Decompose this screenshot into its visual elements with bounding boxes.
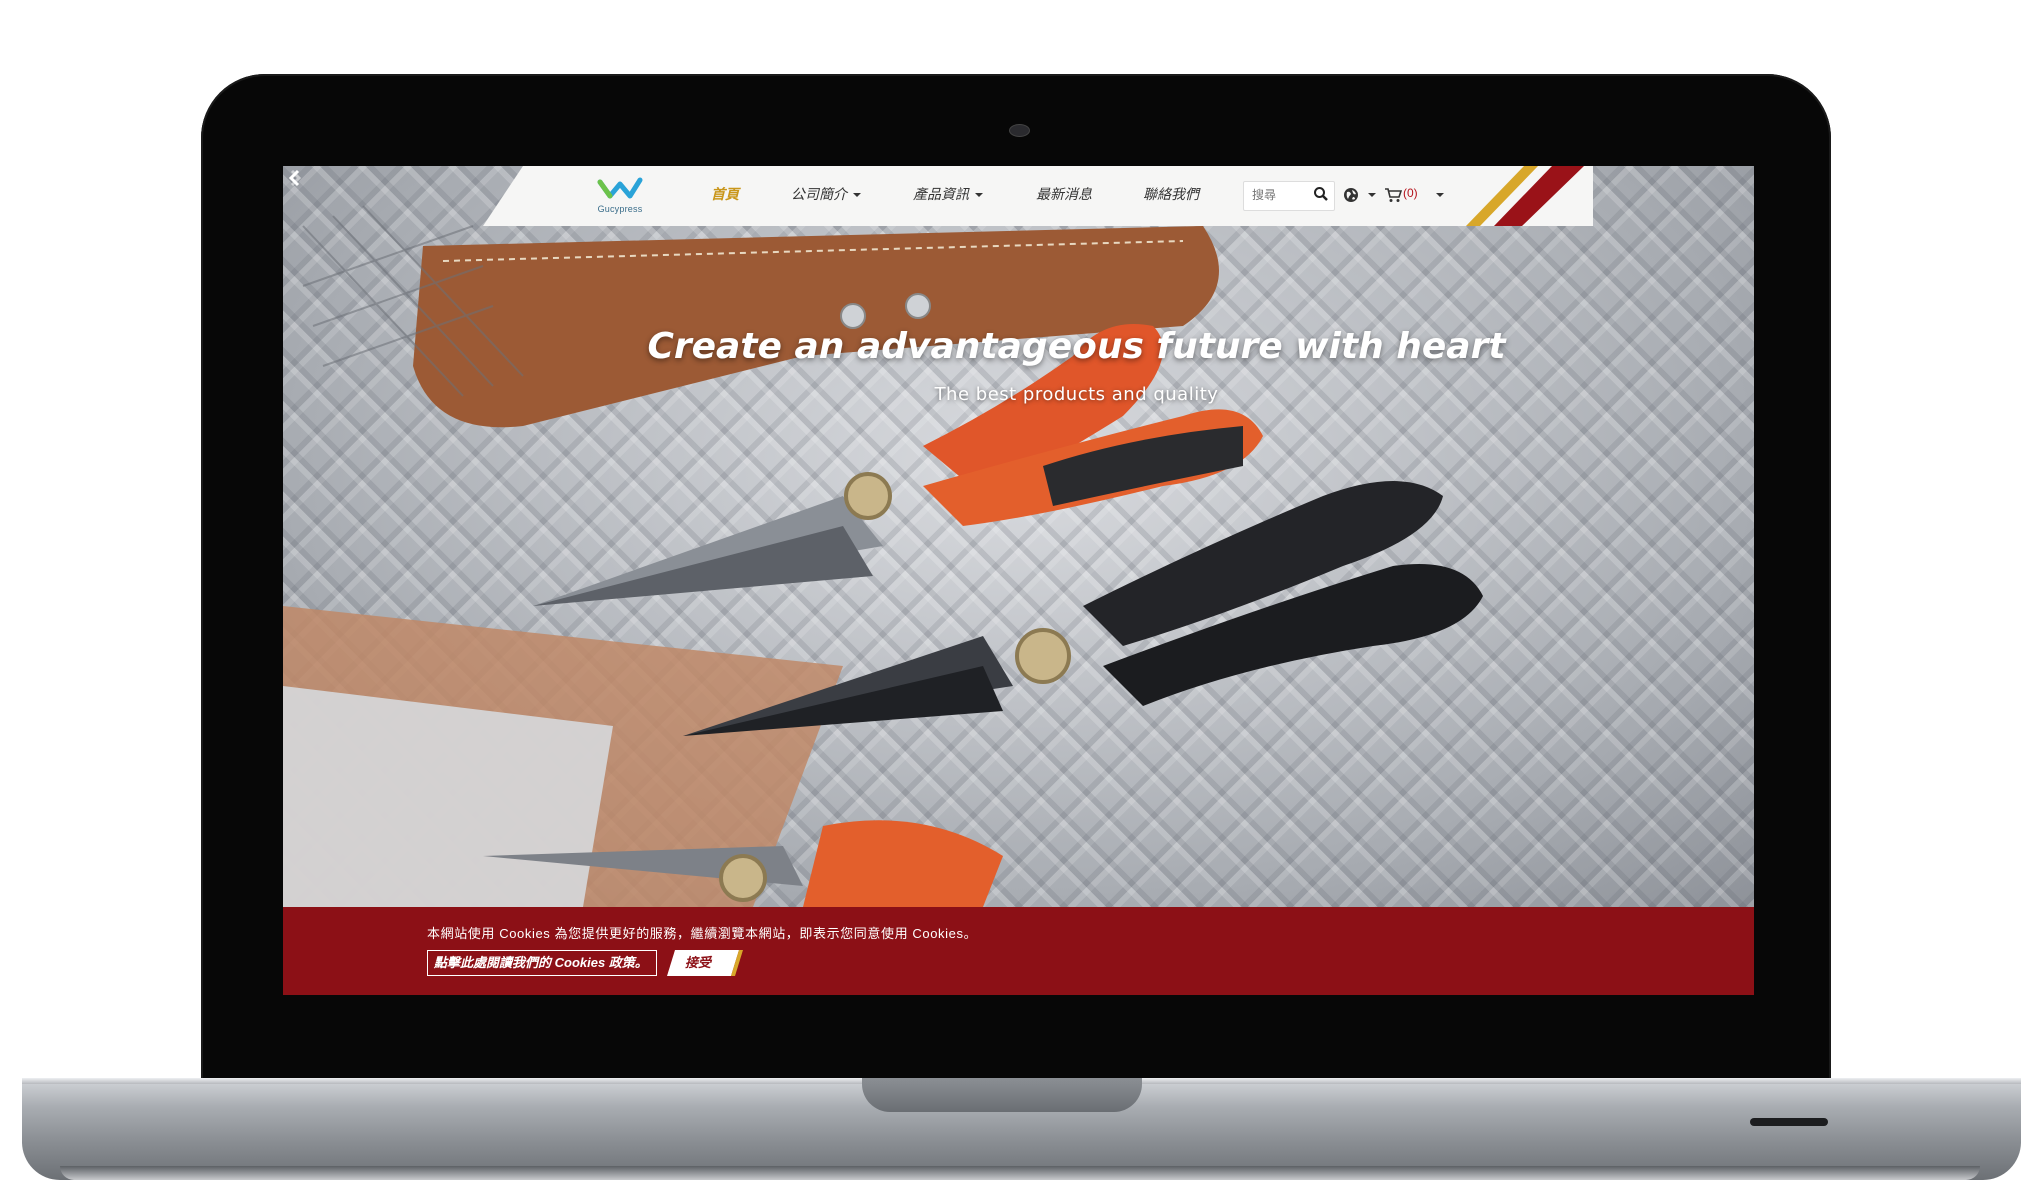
hero-subtitle: The best products and quality bbox=[934, 384, 1219, 405]
nav-item-contact[interactable]: 聯絡我們 bbox=[1143, 184, 1199, 204]
nav-item-home[interactable]: 首頁 bbox=[711, 184, 739, 204]
chevron-down-icon[interactable] bbox=[1368, 193, 1376, 197]
nav-item-label: 首頁 bbox=[711, 186, 739, 202]
cookie-message: 本網站使用 Cookies 為您提供更好的服務，繼續瀏覽本網站，即表示您同意使用… bbox=[427, 926, 978, 941]
logo-mark bbox=[597, 177, 643, 199]
webcam bbox=[1009, 124, 1030, 137]
hero-photo bbox=[283, 205, 1483, 907]
site-logo[interactable]: Gucypress bbox=[590, 174, 650, 220]
laptop-base-shadow bbox=[60, 1166, 1980, 1180]
chevron-right-icon[interactable] bbox=[283, 166, 307, 190]
cart-count[interactable]: (0) bbox=[1403, 186, 1418, 200]
laptop-base-slot bbox=[1750, 1118, 1828, 1126]
globe-icon[interactable] bbox=[1343, 187, 1359, 203]
nav-item-products[interactable]: 產品資訊 bbox=[913, 184, 983, 204]
cookie-policy-link[interactable]: 點擊此處閱讀我們的 Cookies 政策。 bbox=[427, 950, 657, 976]
laptop-base-notch bbox=[862, 1078, 1142, 1112]
chevron-down-icon[interactable] bbox=[1436, 193, 1444, 197]
search-input[interactable] bbox=[1244, 182, 1312, 208]
laptop-screen: Create an advantageous future with heart… bbox=[283, 166, 1754, 995]
nav-item-label: 產品資訊 bbox=[913, 186, 969, 202]
chevron-down-icon bbox=[853, 193, 861, 198]
logo-text: Gucypress bbox=[597, 204, 643, 214]
search-icon[interactable] bbox=[1313, 186, 1329, 202]
nav-item-news[interactable]: 最新消息 bbox=[1036, 184, 1092, 204]
nav-item-about[interactable]: 公司簡介 bbox=[791, 184, 861, 204]
cookie-consent-banner: 本網站使用 Cookies 為您提供更好的服務，繼續瀏覽本網站，即表示您同意使用… bbox=[283, 907, 1754, 995]
cart-icon[interactable] bbox=[1384, 187, 1402, 203]
hero-banner: Create an advantageous future with heart… bbox=[283, 166, 1754, 907]
nav-item-label: 公司簡介 bbox=[791, 186, 847, 202]
chevron-down-icon bbox=[975, 193, 983, 198]
hero-title: Create an advantageous future with heart bbox=[647, 326, 1506, 367]
nav-item-label: 聯絡我們 bbox=[1143, 186, 1199, 202]
cookie-accept-button[interactable]: 接受 bbox=[667, 950, 739, 976]
nav-item-label: 最新消息 bbox=[1036, 186, 1092, 202]
